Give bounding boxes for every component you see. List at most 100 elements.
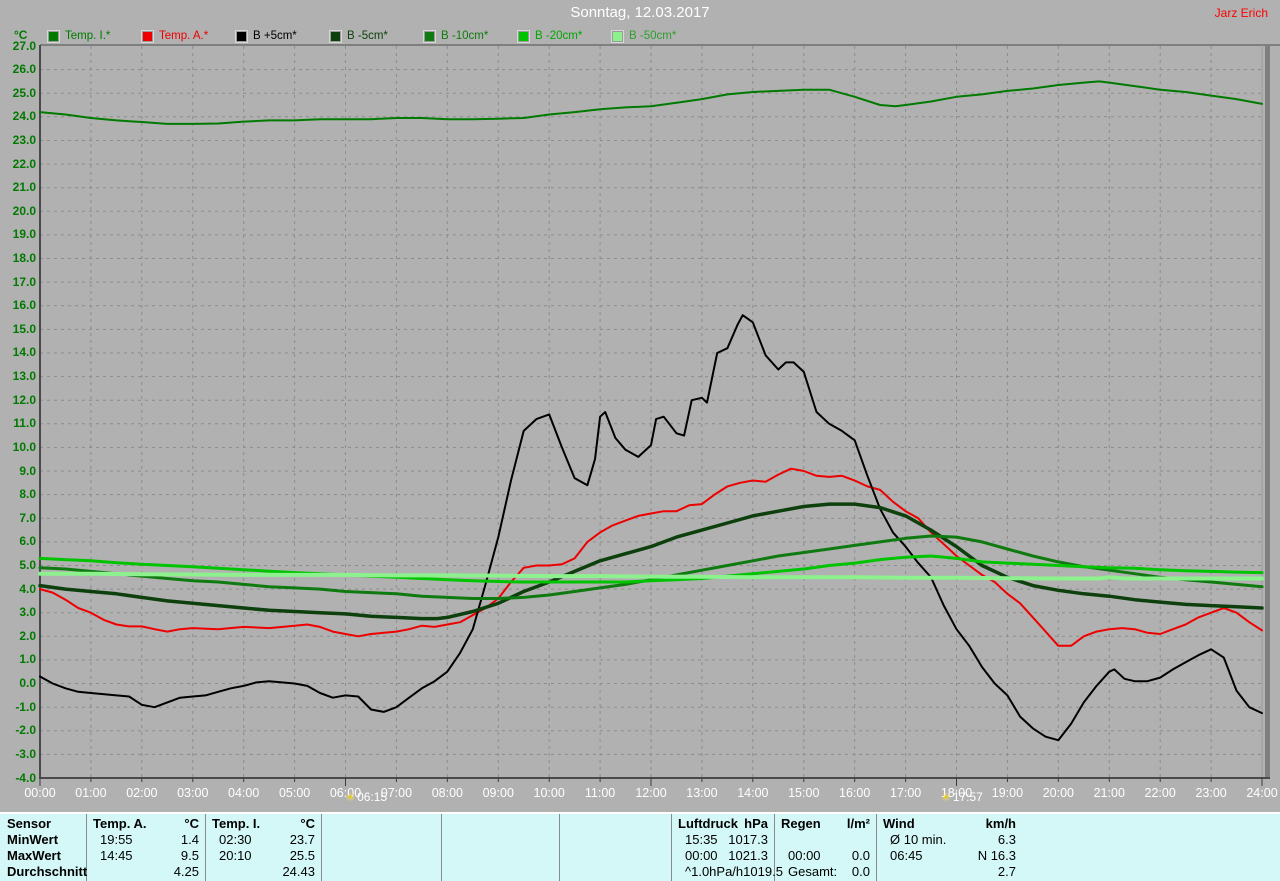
y-axis-tick-label: 14.0 (12, 345, 36, 360)
y-axis-tick-label: 25.0 (12, 85, 36, 100)
cell-value: 0.0 (851, 864, 870, 879)
table-cell-row: 2.7 (877, 864, 1022, 880)
sun-markers: ☀ 06:15 ☀ 17:57 (0, 790, 1280, 806)
table-cell-row: ^1.0hPa/h 1019.5 (672, 864, 783, 880)
y-axis-tick-label: 11.0 (13, 416, 36, 431)
y-axis-tick-label: 12.0 (12, 392, 36, 407)
column-title: Temp. I. (212, 816, 261, 831)
column-title: Luftdruck (678, 816, 738, 831)
table-column-wind: Wind km/h Ø 10 min. 6.3 06:45 N 16.3 2.7 (877, 814, 1022, 881)
table-cell-row: 15:35 1017.3 (672, 832, 774, 848)
table-column-empty (560, 814, 672, 881)
cell-time: 14:45 (100, 848, 133, 863)
y-axis-tick-label: 3.0 (19, 605, 36, 620)
y-axis-tick-label: -2.0 (15, 723, 36, 738)
table-column-header (442, 816, 559, 832)
y-axis-tick-label: -3.0 (15, 746, 36, 761)
sunset-marker: ☀ 17:57 (941, 790, 983, 804)
y-axis-tick-label: 21.0 (12, 180, 36, 195)
table-column-header: Regen l/m² (775, 816, 876, 832)
column-unit: km/h (985, 816, 1016, 831)
table-cell-row (442, 864, 559, 880)
cell-time: 00:00 (685, 848, 718, 863)
y-axis-tick-label: -1.0 (15, 699, 36, 714)
table-cell-row (322, 848, 441, 864)
y-axis-tick-label: 23.0 (12, 132, 36, 147)
cell-value: 23.7 (289, 832, 315, 847)
table-cell-row (560, 864, 671, 880)
series-line-6 (38, 571, 1264, 581)
cell-time: Ø 10 min. (890, 832, 947, 847)
cell-value: 1.4 (180, 832, 199, 847)
table-row-label: MinWert (7, 832, 59, 847)
cell-time: 00:00 (788, 848, 821, 863)
y-axis-tick-label: 6.0 (19, 534, 36, 549)
table-cell-row: 14:45 9.5 (87, 848, 205, 864)
table-cell-row: 06:45 N 16.3 (877, 848, 1022, 864)
table-column-header: Temp. A. °C (87, 816, 205, 832)
cell-value: 6.3 (997, 832, 1016, 847)
y-axis-tick-label: 1.0 (19, 652, 36, 667)
cell-value: 1017.3 (728, 832, 768, 847)
cell-time: 02:30 (219, 832, 252, 847)
column-unit: hPa (744, 816, 768, 831)
y-axis-tick-label: 10.0 (12, 439, 36, 454)
y-axis-tick-label: 5.0 (19, 557, 36, 572)
cell-value: 1021.3 (728, 848, 768, 863)
table-cell-row (442, 848, 559, 864)
table-cell-row: 02:30 23.7 (206, 832, 321, 848)
y-axis-tick-label: 24.0 (12, 109, 36, 124)
cell-value: 9.5 (180, 848, 199, 863)
table-cell-row: 24.43 (206, 864, 321, 880)
table-cell-row: 19:55 1.4 (87, 832, 205, 848)
table-column-temp-i: Temp. I. °C 02:30 23.7 20:10 25.5 24.43 (206, 814, 322, 881)
sunset-icon: ☀ (940, 791, 951, 804)
table-column-header (322, 816, 441, 832)
cell-value: 2.7 (997, 864, 1016, 879)
cell-time: 20:10 (219, 848, 252, 863)
column-unit: °C (184, 816, 199, 831)
table-row-label: Durchschnitt (7, 864, 88, 879)
table-column-empty (322, 814, 442, 881)
table-column-regen: Regen l/m² 00:00 0.0 Gesamt: 0.0 (775, 814, 877, 881)
table-cell-row (775, 832, 876, 848)
table-column-header (560, 816, 671, 832)
column-title: Wind (883, 816, 915, 831)
y-axis-tick-label: 0.0 (19, 676, 36, 691)
cell-time: 19:55 (100, 832, 133, 847)
y-axis-tick-label: 7.0 (19, 510, 36, 525)
table-cell-row: 4.25 (87, 864, 205, 880)
table-cell-row (442, 832, 559, 848)
temperature-chart (38, 44, 1280, 786)
table-cell-row (322, 832, 441, 848)
table-cell-row (560, 848, 671, 864)
stats-table: Sensor MinWert MaxWert Durchschnitt Temp. A.… (0, 812, 1280, 881)
table-row-label: Sensor (7, 816, 52, 831)
sunrise-icon: ☀ (345, 791, 356, 804)
column-title: Regen (781, 816, 821, 831)
y-axis-tick-label: 17.0 (12, 274, 36, 289)
table-cell-row: 20:10 25.5 (206, 848, 321, 864)
table-filler (1022, 814, 1280, 881)
y-axis: 27.0 26.0 25.0 24.0 23.0 22.0 21.0 20.0 19.0 18.0… (0, 0, 40, 810)
table-column-temp-a: Temp. A. °C 19:55 1.4 14:45 9.5 4.25 (87, 814, 206, 881)
weather-logger-window: Sonntag, 12.03.2017 Jarz Erich °C Temp. … (0, 0, 1280, 881)
y-axis-tick-label: 19.0 (12, 227, 36, 242)
y-axis-tick-label: 22.0 (12, 156, 36, 171)
sun-time-label: 17:57 (952, 790, 983, 804)
column-unit: °C (300, 816, 315, 831)
table-cell-row: 00:00 1021.3 (672, 848, 774, 864)
y-axis-tick-label: 20.0 (12, 203, 36, 218)
cell-time: 15:35 (685, 832, 718, 847)
y-axis-tick-label: 2.0 (19, 628, 36, 643)
table-cell-row: Gesamt: 0.0 (775, 864, 876, 880)
column-unit: l/m² (846, 816, 870, 831)
table-row-label: MaxWert (7, 848, 61, 863)
y-axis-tick-label: 4.0 (19, 581, 36, 596)
cell-time: Gesamt: (788, 864, 838, 879)
y-axis-tick-label: 13.0 (12, 369, 36, 384)
sun-time-label: 06:15 (357, 790, 388, 804)
y-axis-tick-label: 9.0 (19, 463, 36, 478)
y-axis-tick-label: 18.0 (12, 251, 36, 266)
table-column-luftdruck: Luftdruck hPa 15:35 1017.3 00:00 1021.3 ^1.0hP… (672, 814, 783, 881)
